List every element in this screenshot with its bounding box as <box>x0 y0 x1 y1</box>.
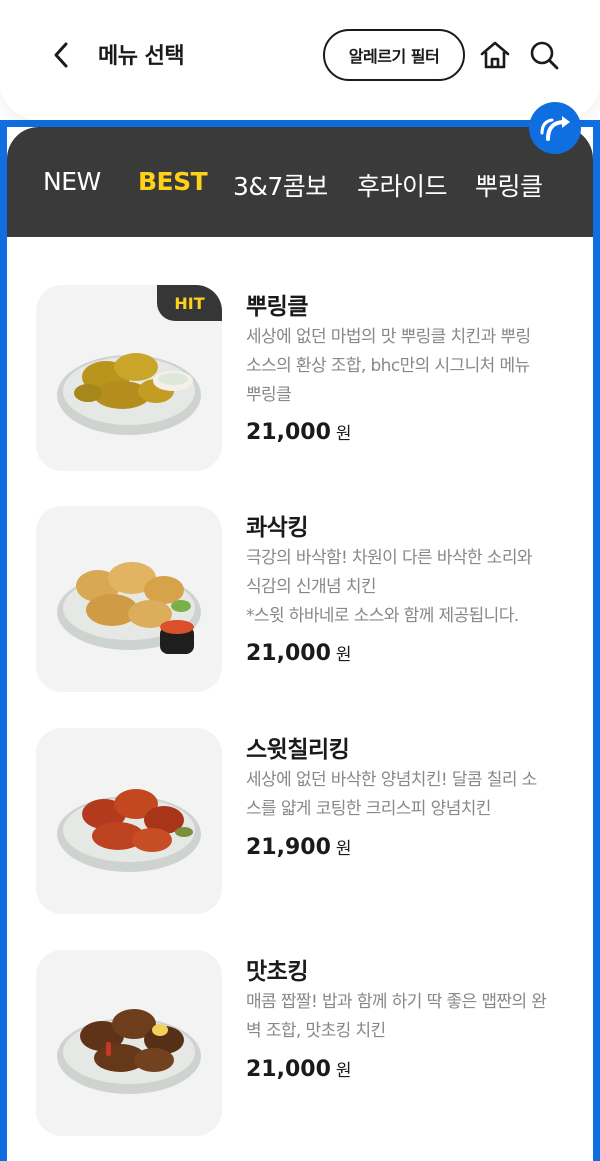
floating-action-button[interactable] <box>529 102 581 154</box>
tab-fried[interactable]: 후라이드 <box>357 167 448 203</box>
search-button[interactable] <box>528 38 560 72</box>
return-arrow-icon <box>540 116 570 141</box>
home-icon <box>480 41 510 69</box>
tab-bburinkle[interactable]: 뿌링클 <box>475 167 543 203</box>
home-button[interactable] <box>478 38 512 72</box>
chevron-left-icon <box>54 42 68 68</box>
back-button[interactable] <box>46 36 78 74</box>
tab-combo[interactable]: 3&7콤보 <box>233 167 328 203</box>
tab-new[interactable]: NEW <box>43 167 101 196</box>
page-title: 메뉴 선택 <box>98 44 185 69</box>
tab-best[interactable]: BEST <box>138 167 208 196</box>
top-header: 메뉴 선택 알레르기 필터 <box>0 0 600 120</box>
content-frame <box>0 120 600 1161</box>
search-icon <box>530 41 559 70</box>
category-tab-bar: NEW BEST 3&7콤보 후라이드 뿌링클 <box>7 127 593 237</box>
allergy-filter-button[interactable]: 알레르기 필터 <box>323 29 465 81</box>
